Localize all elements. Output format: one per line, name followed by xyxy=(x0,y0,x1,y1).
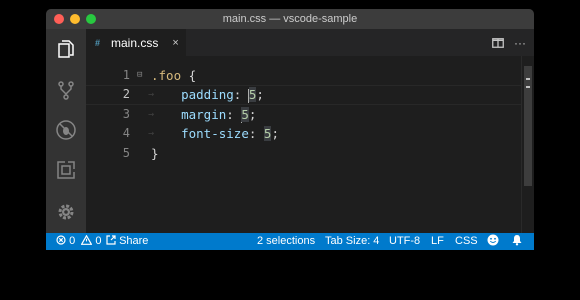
window-title: main.css — vscode-sample xyxy=(222,13,358,25)
editor-scrollbar[interactable] xyxy=(521,56,534,233)
maximize-window-button[interactable] xyxy=(86,14,96,24)
token-num: 5 xyxy=(241,107,249,122)
token: : xyxy=(248,126,264,141)
fold-toggle-icon[interactable]: ⊟ xyxy=(137,66,142,86)
minimize-window-button[interactable] xyxy=(70,14,80,24)
language-mode-indicator[interactable]: CSS xyxy=(455,233,478,250)
share-label: Share xyxy=(119,235,149,247)
vscode-window: main.css — vscode-sample # main.css × ··… xyxy=(46,9,534,250)
share-icon xyxy=(106,235,116,245)
token: { xyxy=(181,68,197,83)
files-icon[interactable] xyxy=(54,37,78,61)
code-line[interactable]: 3 → margin: 5; xyxy=(86,105,534,125)
code-line[interactable]: 2 → padding: 5; xyxy=(86,85,534,105)
close-tab-icon[interactable]: × xyxy=(172,37,178,49)
line-number: 4 xyxy=(122,126,130,140)
eol-indicator[interactable]: LF xyxy=(431,233,444,250)
encoding-indicator[interactable]: UTF-8 xyxy=(389,233,420,250)
css-file-icon: # xyxy=(95,37,101,48)
tab-main-css[interactable]: # main.css × xyxy=(86,29,186,56)
settings-icon[interactable] xyxy=(54,200,78,224)
problems-indicator[interactable]: 0 0 xyxy=(56,233,101,250)
notifications-bell-icon[interactable] xyxy=(511,233,523,250)
token: : xyxy=(233,87,249,102)
token: : xyxy=(226,107,242,122)
overview-ruler-mark xyxy=(526,78,530,80)
share-button[interactable]: Share xyxy=(106,233,148,250)
extensions-icon[interactable] xyxy=(54,158,78,182)
code-text: .foo { xyxy=(151,66,196,86)
line-number: 1 xyxy=(122,68,130,82)
split-editor-icon[interactable] xyxy=(490,35,506,51)
code-editor[interactable]: 1 ⊟ .foo {2 → padding: 5; 3 → margin: 5; 4 → fo… xyxy=(86,56,534,233)
status-bar: 0 0 Share 2 selections Tab Size: 4 UTF-8… xyxy=(46,233,534,250)
activity-bar xyxy=(46,29,86,233)
code-text: padding: 5; xyxy=(151,86,264,104)
selections-indicator[interactable]: 2 selections xyxy=(257,233,315,250)
warning-icon xyxy=(80,234,93,245)
line-number: 5 xyxy=(122,146,130,160)
tab-label: main.css xyxy=(111,35,159,50)
token: } xyxy=(151,146,159,161)
token-prop: padding xyxy=(181,87,234,102)
code-line[interactable]: 4 → font-size: 5; xyxy=(86,124,534,144)
error-icon xyxy=(56,235,66,245)
code-line[interactable]: 5} xyxy=(86,144,534,164)
close-window-button[interactable] xyxy=(54,14,64,24)
token-sel: .foo xyxy=(151,68,182,83)
feedback-smiley-icon[interactable] xyxy=(487,233,499,250)
source-control-icon[interactable] xyxy=(54,78,78,102)
token-prop: margin xyxy=(181,107,227,122)
line-number: 2 xyxy=(122,87,130,101)
title-bar: main.css — vscode-sample xyxy=(46,9,534,29)
scrollbar-thumb[interactable] xyxy=(524,66,532,186)
more-actions-icon[interactable]: ··· xyxy=(512,35,528,51)
warning-count: 0 xyxy=(95,235,102,247)
code-text: } xyxy=(151,144,159,164)
token: ; xyxy=(271,126,279,141)
code-line[interactable]: 1 ⊟ .foo { xyxy=(86,66,534,86)
token: ; xyxy=(256,87,264,102)
tab-size-indicator[interactable]: Tab Size: 4 xyxy=(325,233,379,250)
code-text: margin: 5; xyxy=(151,105,256,125)
overview-ruler-mark xyxy=(526,86,530,88)
editor-tab-bar: # main.css × ··· xyxy=(86,29,534,56)
line-number: 3 xyxy=(122,107,130,121)
debug-icon[interactable] xyxy=(54,118,78,142)
token-prop: font-size xyxy=(181,126,249,141)
error-count: 0 xyxy=(69,235,76,247)
token: ; xyxy=(248,107,257,122)
code-text: font-size: 5; xyxy=(151,124,279,144)
